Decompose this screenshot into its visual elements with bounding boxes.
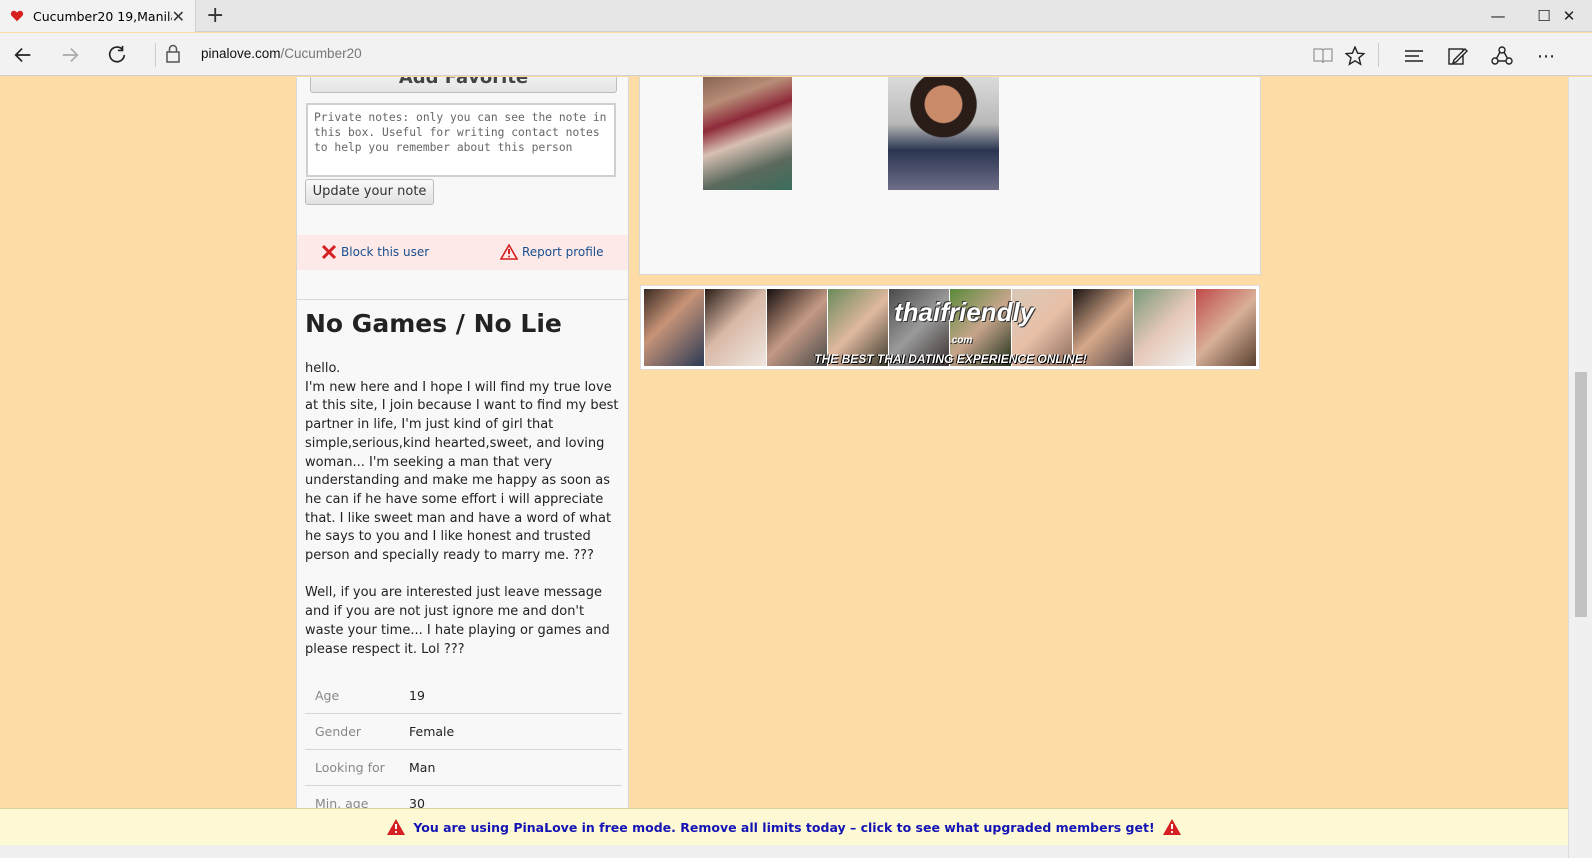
lock-icon xyxy=(166,44,180,63)
forward-icon[interactable] xyxy=(55,42,85,68)
detail-row-min-age: Min. age 30 xyxy=(305,786,622,808)
close-window-icon[interactable]: ✕ xyxy=(1546,0,1592,32)
warning-icon xyxy=(500,244,518,260)
more-icon[interactable]: ⋯ xyxy=(1532,43,1560,69)
detail-label: Gender xyxy=(315,724,362,739)
reading-view-icon[interactable] xyxy=(1309,43,1337,69)
favorite-star-icon[interactable] xyxy=(1341,43,1369,69)
browser-tab[interactable]: Cucumber20 19,Manila ✕ xyxy=(0,0,196,32)
private-notes-field[interactable]: Private notes: only you can see the note… xyxy=(306,103,616,177)
upgrade-notice-text[interactable]: You are using PinaLove in free mode. Rem… xyxy=(413,820,1154,835)
moderation-actions: Block this user Report profile xyxy=(297,235,628,270)
profile-photo[interactable] xyxy=(888,77,999,190)
divider xyxy=(155,43,156,67)
detail-label: Age xyxy=(315,688,340,703)
profile-bio-panel: No Games / No Lie hello. I'm new here an… xyxy=(296,299,629,808)
ad-banner[interactable]: thaifriendly .com THE BEST THAI DATING E… xyxy=(640,285,1260,370)
report-profile-link[interactable]: Report profile xyxy=(500,244,604,260)
detail-label: Min. age xyxy=(315,796,369,808)
scrollbar-thumb[interactable] xyxy=(1575,372,1587,617)
add-favorite-button[interactable]: Add Favorite xyxy=(310,77,617,93)
tab-bar: Cucumber20 19,Manila ✕ + — ☐ ✕ xyxy=(0,0,1592,32)
upgrade-notice-bar[interactable]: You are using PinaLove in free mode. Rem… xyxy=(0,808,1568,845)
detail-label: Looking for xyxy=(315,760,385,775)
divider xyxy=(1378,43,1379,67)
block-user-link[interactable]: Block this user xyxy=(321,244,429,260)
page-scrollbar[interactable] xyxy=(1568,77,1592,858)
block-user-label: Block this user xyxy=(341,245,430,259)
close-tab-icon[interactable]: ✕ xyxy=(172,7,185,26)
banner-tagline: THE BEST THAI DATING EXPERIENCE ONLINE! xyxy=(814,352,1087,366)
new-tab-icon[interactable]: + xyxy=(206,3,224,28)
bio-heading: No Games / No Lie xyxy=(305,309,562,338)
tab-title: Cucumber20 19,Manila xyxy=(33,8,172,24)
heart-icon xyxy=(10,10,24,22)
url-host: pinalove.com xyxy=(201,46,281,61)
detail-row-age: Age 19 xyxy=(305,678,622,714)
bottom-strip xyxy=(0,845,1568,858)
hub-icon[interactable] xyxy=(1400,43,1428,69)
profile-photo[interactable] xyxy=(703,77,792,190)
warning-icon xyxy=(387,819,406,835)
warning-icon xyxy=(1162,819,1181,835)
detail-row-looking-for: Looking for Man xyxy=(305,750,622,786)
bio-text: hello. I'm new here and I hope I will fi… xyxy=(305,361,619,657)
ad-banner-image: thaifriendly .com THE BEST THAI DATING E… xyxy=(644,289,1257,366)
page-viewport: Add Favorite Private notes: only you can… xyxy=(0,77,1568,808)
minimize-icon[interactable]: — xyxy=(1475,0,1521,32)
detail-row-gender: Gender Female xyxy=(305,714,622,750)
thaifriendly-logo-sub: .com xyxy=(949,335,973,346)
report-profile-label: Report profile xyxy=(522,245,604,259)
block-x-icon xyxy=(321,244,337,260)
url-field[interactable]: pinalove.com/Cucumber20 xyxy=(201,46,362,61)
url-path: /Cucumber20 xyxy=(280,46,362,61)
share-icon[interactable] xyxy=(1488,43,1516,69)
back-icon[interactable] xyxy=(8,42,38,68)
refresh-icon[interactable] xyxy=(102,42,132,68)
detail-value: Man xyxy=(409,760,436,775)
detail-value: 30 xyxy=(409,796,425,808)
profile-details-table: Age 19 Gender Female Looking for Man Min… xyxy=(305,678,622,808)
detail-value: 19 xyxy=(409,688,425,703)
photos-panel xyxy=(639,77,1261,275)
address-bar: pinalove.com/Cucumber20 ⋯ xyxy=(0,33,1592,76)
web-note-icon[interactable] xyxy=(1444,43,1472,69)
thaifriendly-logo: thaifriendly xyxy=(894,297,1035,327)
update-note-button[interactable]: Update your note xyxy=(305,179,434,205)
detail-value: Female xyxy=(409,724,455,739)
